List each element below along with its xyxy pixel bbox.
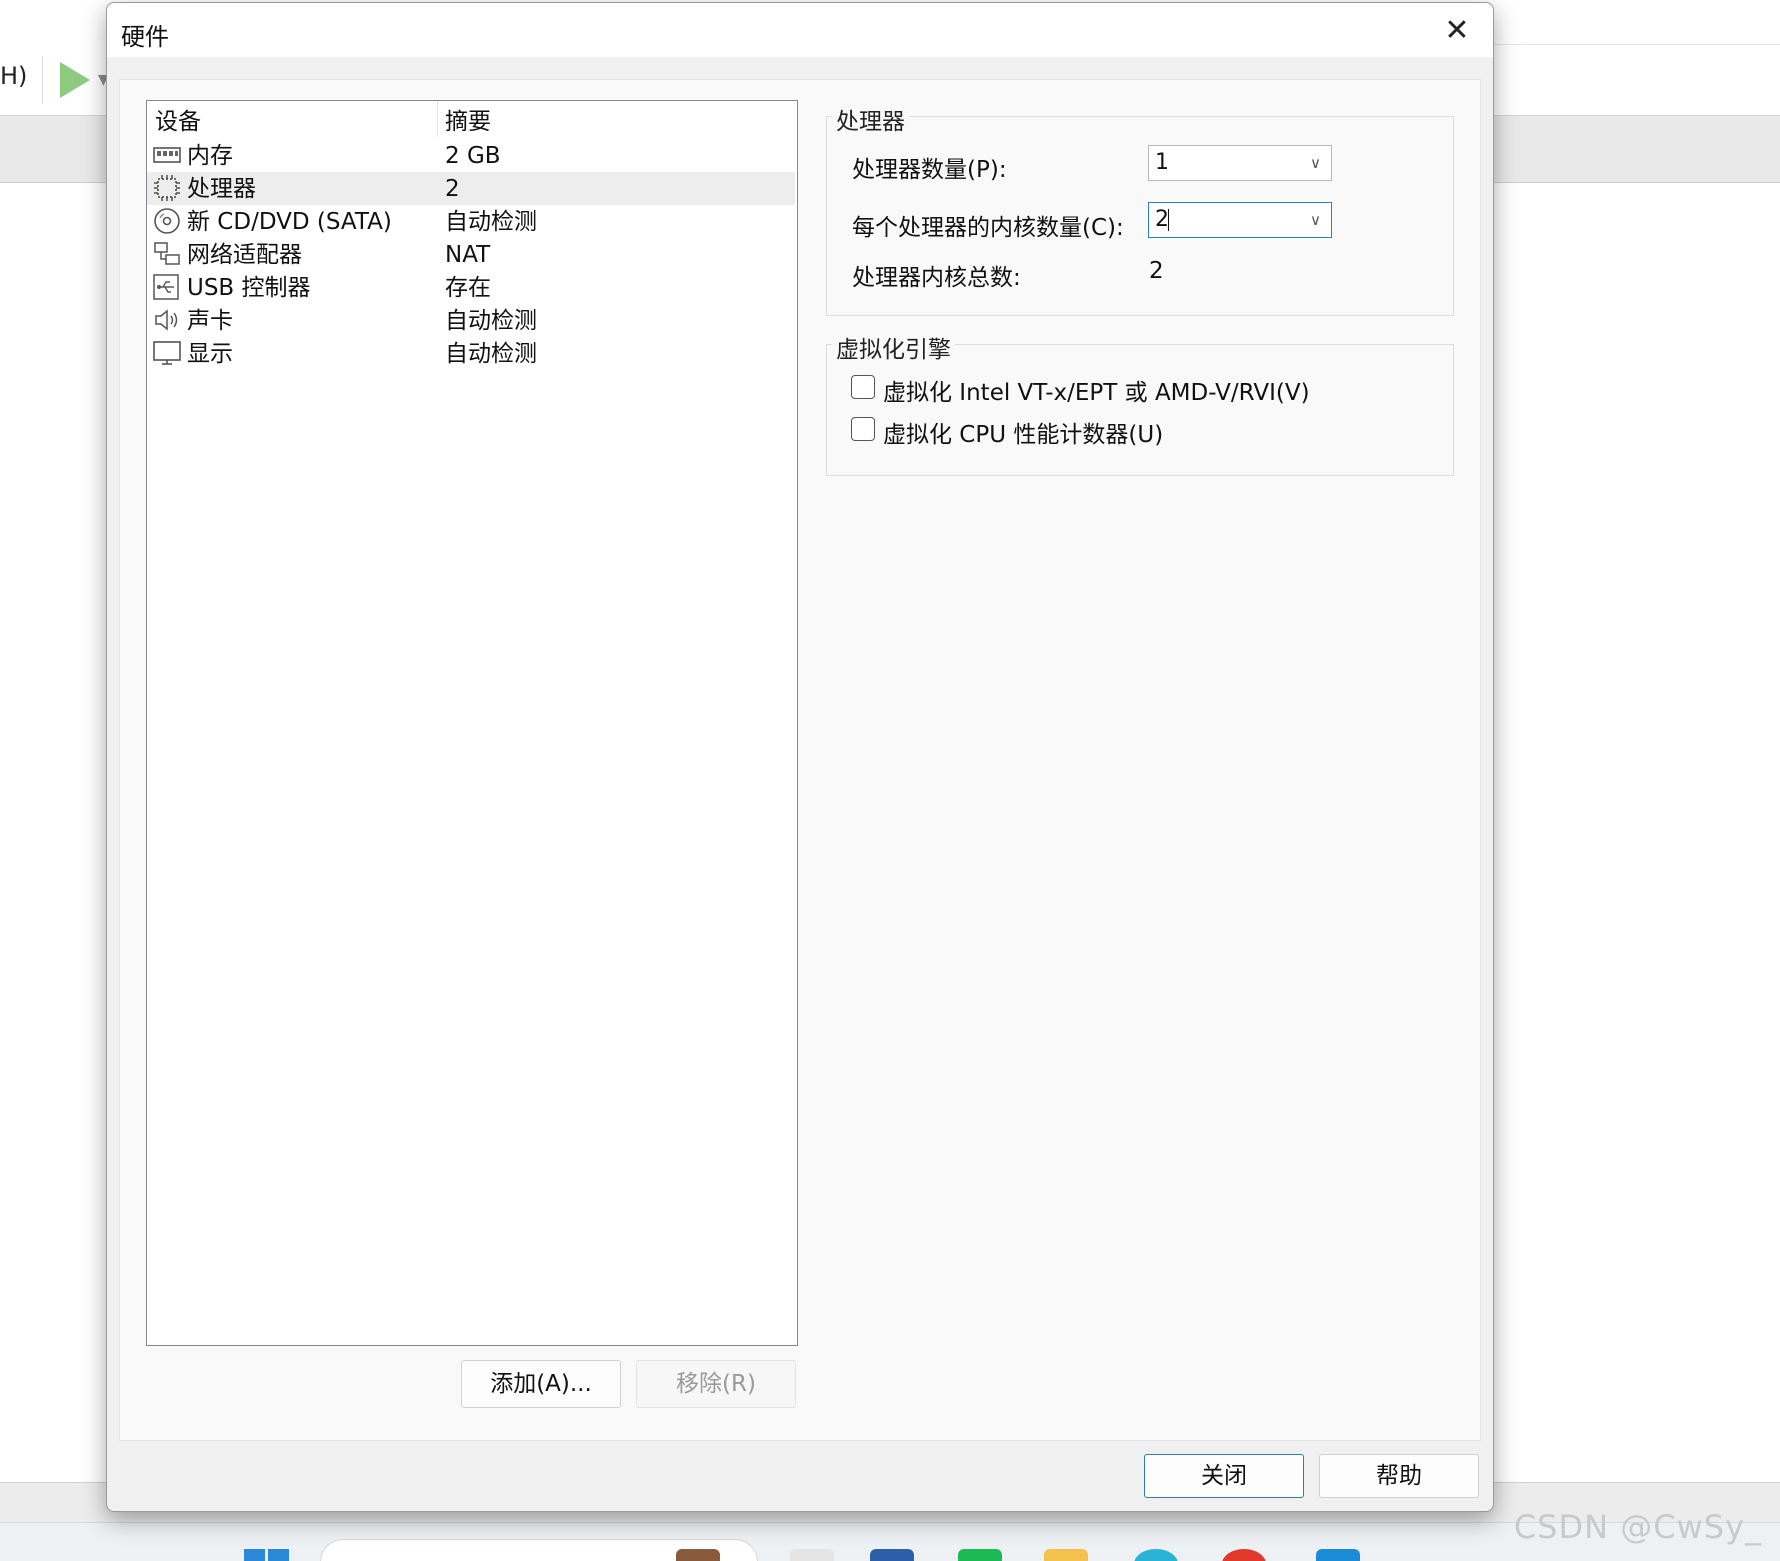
column-divider[interactable] xyxy=(437,101,438,137)
close-icon[interactable]: ✕ xyxy=(1437,11,1477,51)
device-name: 网络适配器 xyxy=(187,242,302,268)
device-list[interactable]: 设备 摘要 内存 2 GB 处理器 2 新 CD/DVD (SATA) 自动检测… xyxy=(146,100,798,1346)
processor-count-select[interactable]: 1 ∨ xyxy=(1148,145,1332,181)
help-button[interactable]: 帮助 xyxy=(1319,1454,1479,1498)
taskbar-app-icon[interactable] xyxy=(1134,1549,1178,1561)
monitor-icon xyxy=(153,339,181,367)
column-header-summary[interactable]: 摘要 xyxy=(445,101,491,139)
processor-count-value: 1 xyxy=(1155,150,1169,175)
folder-icon[interactable] xyxy=(1044,1549,1088,1561)
device-row-processor[interactable]: 处理器 2 xyxy=(147,172,795,205)
device-name: USB 控制器 xyxy=(187,275,311,301)
cores-per-processor-value: 2 xyxy=(1155,207,1169,232)
device-row-display[interactable]: 显示 自动检测 xyxy=(147,337,795,370)
virtualization-group-title: 虚拟化引擎 xyxy=(832,330,955,364)
device-summary: 存在 xyxy=(445,275,491,301)
watermark: CSDN @CwSy_ xyxy=(1513,1508,1762,1546)
device-name: 内存 xyxy=(187,143,233,169)
taskbar-app-icon[interactable] xyxy=(676,1549,720,1561)
taskbar-app-icon[interactable] xyxy=(1222,1549,1266,1561)
chevron-down-icon[interactable]: ∨ xyxy=(1310,203,1321,237)
dialog-title: 硬件 xyxy=(121,23,169,51)
device-row-usb-controller[interactable]: USB 控制器 存在 xyxy=(147,271,795,304)
taskbar-app-icon[interactable] xyxy=(790,1549,834,1561)
processor-icon xyxy=(153,174,181,202)
usb-icon xyxy=(153,273,181,301)
device-name: 显示 xyxy=(187,341,233,367)
play-icon[interactable] xyxy=(60,62,90,98)
chevron-down-icon[interactable]: ∨ xyxy=(1310,146,1321,180)
device-name: 声卡 xyxy=(187,308,233,334)
device-summary: 自动检测 xyxy=(445,209,537,235)
vtx-ept-label[interactable]: 虚拟化 Intel VT-x/EPT 或 AMD-V/RVI(V) xyxy=(883,373,1310,407)
vtx-ept-checkbox[interactable] xyxy=(851,375,875,399)
taskbar-app-icon[interactable] xyxy=(1316,1549,1360,1561)
cd-dvd-icon xyxy=(153,207,181,235)
cores-per-processor-select[interactable]: 2 ∨ xyxy=(1148,202,1332,238)
remove-device-button[interactable]: 移除(R) xyxy=(636,1360,796,1408)
dialog-titlebar: 硬件 ✕ xyxy=(107,3,1493,57)
background-menu-fragment[interactable]: H) xyxy=(0,62,27,90)
device-name: 处理器 xyxy=(187,176,256,202)
device-summary: 自动检测 xyxy=(445,341,537,367)
background-divider xyxy=(1494,44,1780,45)
cores-per-processor-label: 每个处理器的内核数量(C): xyxy=(852,215,1124,241)
device-name: 新 CD/DVD (SATA) xyxy=(187,209,392,235)
windows-start-icon[interactable] xyxy=(244,1549,290,1561)
device-row-network-adapter[interactable]: 网络适配器 NAT xyxy=(147,238,795,271)
device-summary: NAT xyxy=(445,242,491,268)
device-row-memory[interactable]: 内存 2 GB xyxy=(147,139,795,172)
device-summary: 2 GB xyxy=(445,143,501,169)
total-cores-label: 处理器内核总数: xyxy=(852,265,1021,291)
device-row-sound-card[interactable]: 声卡 自动检测 xyxy=(147,304,795,337)
close-button[interactable]: 关闭 xyxy=(1144,1454,1304,1498)
speaker-icon xyxy=(153,306,181,334)
cpu-perf-counters-checkbox[interactable] xyxy=(851,417,875,441)
taskbar-app-icon[interactable] xyxy=(870,1549,914,1561)
text-cursor xyxy=(1168,209,1169,231)
device-summary: 自动检测 xyxy=(445,308,537,334)
processor-count-label: 处理器数量(P): xyxy=(852,157,1007,183)
memory-icon xyxy=(153,141,181,169)
column-header-device[interactable]: 设备 xyxy=(155,101,201,139)
add-device-button[interactable]: 添加(A)... xyxy=(461,1360,621,1408)
total-cores-value: 2 xyxy=(1149,258,1164,284)
toolbar-separator xyxy=(42,56,43,104)
processor-group-title: 处理器 xyxy=(832,102,909,136)
device-summary: 2 xyxy=(445,176,460,202)
device-row-cd-dvd[interactable]: 新 CD/DVD (SATA) 自动检测 xyxy=(147,205,795,238)
network-adapter-icon xyxy=(153,240,181,268)
taskbar-app-icon[interactable] xyxy=(958,1549,1002,1561)
cpu-perf-counters-label[interactable]: 虚拟化 CPU 性能计数器(U) xyxy=(883,415,1163,449)
